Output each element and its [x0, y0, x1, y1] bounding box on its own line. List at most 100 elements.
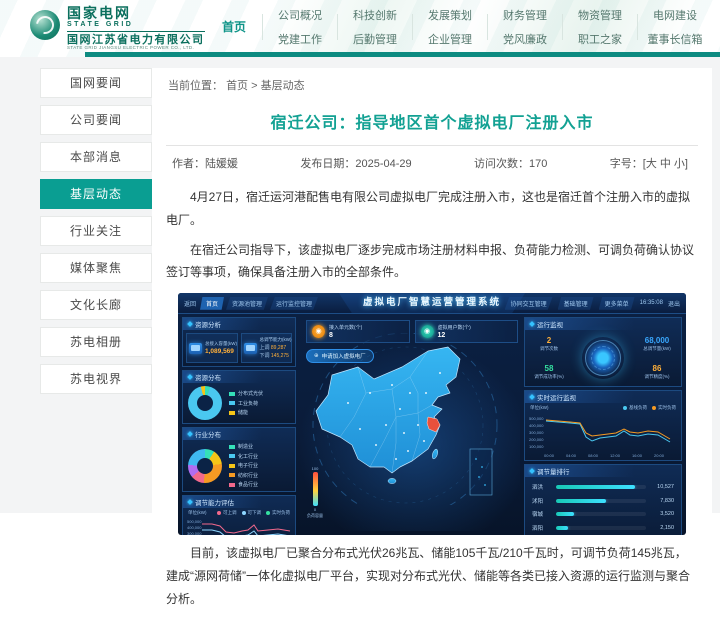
nav-item-party-conduct[interactable]: 党风廉政 — [503, 31, 547, 47]
stat-value: 58 — [532, 364, 566, 373]
rank-value: 3,520 — [650, 511, 674, 517]
paragraph: 4月27日，宿迁运河港配售电有限公司虚拟电厂完成注册入市，这也是宿迁首个注册入市… — [166, 186, 698, 232]
logo-company-name-en: STATE GRID JIANGSU ELECTRIC POWER CO., L… — [67, 46, 205, 51]
fontsize-label: 字号： — [610, 158, 643, 170]
nav-item-development-planning[interactable]: 发展策划 — [428, 7, 472, 23]
article-meta: 作者：陆媛媛 发布日期：2025-04-29 访问次数：170 字号：[大 中 … — [166, 145, 698, 179]
stat-card-total-capacity: 总接入容量(kW) 1,089,569 — [186, 333, 238, 363]
realtime-line-chart: 500,000 400,000 300,000 200,000 100,000 … — [528, 411, 678, 458]
nav-item-company-overview[interactable]: 公司概况 — [278, 7, 322, 23]
up-value: 89,287 — [271, 345, 286, 351]
nav-item-logistics[interactable]: 后勤管理 — [353, 31, 397, 47]
legend-label: 食品行业 — [238, 481, 258, 488]
china-landmass — [316, 347, 460, 473]
panel-adjust-capacity: 调节能力评估 单位(kW) 可上调 可下调 实时负荷 500,000 400,0… — [182, 495, 296, 535]
author-label: 作者： — [172, 158, 205, 170]
sidebar: 国网要闻 公司要闻 本部消息 基层动态 行业关注 媒体聚焦 文化长廊 苏电相册 … — [40, 68, 152, 401]
main-nav: 首页 公司概况 党建工作 科技创新 后勤管理 发展策划 企业管理 财务管理 党风… — [206, 6, 712, 47]
logo-title-cn: 国家电网 — [67, 6, 205, 21]
paragraph: 在宿迁公司指导下，该虚拟电厂逐步完成市场注册材料申报、负荷能力检测、可调负荷确认… — [166, 239, 698, 285]
stat-card-adjust-ability: 总调节能力(kW) 上调 89,287 下调 145,275 — [241, 333, 293, 363]
nav-item-materials[interactable]: 物资管理 — [578, 7, 622, 23]
panel-title: 运行监视 — [537, 319, 563, 329]
fontsize-controls[interactable]: [大 中 小] — [643, 158, 688, 170]
legend-label: 制造业 — [238, 443, 253, 450]
panel-resource-analysis: 资源分析 总接入容量(kW) 1,089,569 — [182, 317, 296, 367]
monitor-icon — [244, 343, 257, 354]
author-value: 陆媛媛 — [205, 158, 238, 170]
nav-item-enterprise-management[interactable]: 企业管理 — [428, 31, 472, 47]
sidebar-item-sudian-vision[interactable]: 苏电视界 — [40, 364, 152, 394]
gradient-bar — [313, 472, 318, 506]
rank-bar — [556, 485, 635, 489]
legend-swatch — [623, 406, 627, 410]
site-header: 国家电网 STATE GRID 国网江苏省电力有限公司 STATE GRID J… — [0, 0, 720, 57]
breadcrumb-current-link[interactable]: 基层动态 — [261, 80, 305, 92]
panel-resource-distribution: 资源分布 分布式光伏 工业负荷 储能 — [182, 370, 296, 424]
stat-value: 12 — [438, 332, 471, 339]
sidebar-item-industry-focus[interactable]: 行业关注 — [40, 216, 152, 246]
sidebar-item-culture-gallery[interactable]: 文化长廊 — [40, 290, 152, 320]
sidebar-item-guowang-news[interactable]: 国网要闻 — [40, 68, 152, 98]
panel-title: 调节量排行 — [537, 466, 570, 476]
dashboard-clock: 16:35:08 — [640, 300, 663, 306]
panel-title: 实时运行监视 — [537, 392, 576, 402]
nav-item-party-building[interactable]: 党建工作 — [278, 31, 322, 47]
nav-item-home[interactable]: 首页 — [206, 18, 262, 35]
breadcrumb-label: 当前位置： — [168, 80, 223, 92]
panel-bullet-icon — [187, 374, 193, 380]
gradient-min-label: 0 — [314, 507, 316, 512]
legend-label: 纺织行业 — [238, 472, 258, 479]
page-title: 宿迁公司：指导地区首个虚拟电厂注册入市 — [166, 109, 698, 133]
dashboard-tab-resource-pool: 资源池管理 — [226, 297, 268, 310]
breadcrumb-home-link[interactable]: 首页 — [226, 80, 248, 92]
dashboard-map-area: ◉ 接入单元数(个) 8 ◉ 虚拟用户数(个) 12 — [300, 317, 520, 531]
sidebar-item-company-news[interactable]: 公司要闻 — [40, 105, 152, 135]
stat-value: 8 — [329, 332, 362, 339]
stat-label: 总调节量(kW) — [640, 346, 674, 352]
rank-value: 2,150 — [650, 525, 674, 531]
stat-label: 虚拟用户数(个) — [438, 324, 471, 331]
panel-bullet-icon — [529, 321, 535, 327]
nav-item-grid-construction[interactable]: 电网建设 — [653, 7, 697, 23]
circular-gauge — [582, 337, 624, 379]
svg-text:300,000: 300,000 — [187, 531, 202, 535]
nav-item-staff-home[interactable]: 职工之家 — [578, 31, 622, 47]
stat-label: 总调节能力(kW) — [260, 337, 290, 343]
down-label: 下调 — [260, 353, 271, 359]
nav-item-chairman-mailbox[interactable]: 董事长信箱 — [648, 31, 703, 47]
axis-unit-label: 单位(kW) — [530, 405, 549, 411]
nav-item-tech-innovation[interactable]: 科技创新 — [353, 7, 397, 23]
panel-ranking: 调节量排行 泗洪 10,527 沭阳 7,830 — [524, 464, 682, 535]
sidebar-item-grassroots-news[interactable]: 基层动态 — [40, 179, 152, 209]
resource-donut-chart — [188, 386, 222, 420]
gradient-title: 负荷容量 — [307, 513, 323, 519]
users-icon: ◉ — [421, 325, 434, 338]
stat-value: 86 — [640, 364, 674, 373]
panel-bullet-icon — [187, 321, 193, 327]
run-stat: 2 调节次数 — [532, 336, 566, 352]
stat-value: 1,089,569 — [205, 348, 235, 355]
sidebar-item-media-focus[interactable]: 媒体聚焦 — [40, 253, 152, 283]
legend-label: 实时负荷 — [658, 405, 676, 411]
panel-realtime-monitor: 实时运行监视 单位(kW) 基线负荷 实时负荷 500,000 400,000 … — [524, 390, 682, 461]
rank-value: 10,527 — [650, 484, 674, 490]
breadcrumb: 当前位置： 首页 > 基层动态 — [166, 68, 698, 97]
state-grid-logo-icon — [30, 10, 60, 40]
sidebar-item-sudian-album[interactable]: 苏电相册 — [40, 327, 152, 357]
sidebar-item-hq-news[interactable]: 本部消息 — [40, 142, 152, 172]
legend-label: 可下调 — [248, 510, 262, 516]
legend-label: 储能 — [238, 409, 248, 416]
stat-value: 68,000 — [640, 336, 674, 345]
breadcrumb-separator: > — [251, 80, 257, 92]
legend-swatch — [217, 511, 221, 515]
join-vpp-label: 申请加入虚拟电厂 — [322, 352, 366, 360]
nav-item-finance[interactable]: 财务管理 — [503, 7, 547, 23]
svg-text:04:00: 04:00 — [566, 453, 577, 458]
panel-run-monitor: 运行监视 2 调节次数 58 调节成功率(%) — [524, 317, 682, 387]
site-logo[interactable]: 国家电网 STATE GRID 国网江苏省电力有限公司 STATE GRID J… — [30, 6, 205, 51]
axis-unit-label: 单位(kW) — [188, 510, 207, 516]
views-label: 访问次数： — [474, 158, 529, 170]
dashboard-topbar: 返回 首页 资源池管理 运行监控管理 虚拟电厂智慧运营管理系统 协同交互管理 基… — [178, 293, 686, 314]
page: 国家电网 STATE GRID 国网江苏省电力有限公司 STATE GRID J… — [0, 0, 720, 513]
